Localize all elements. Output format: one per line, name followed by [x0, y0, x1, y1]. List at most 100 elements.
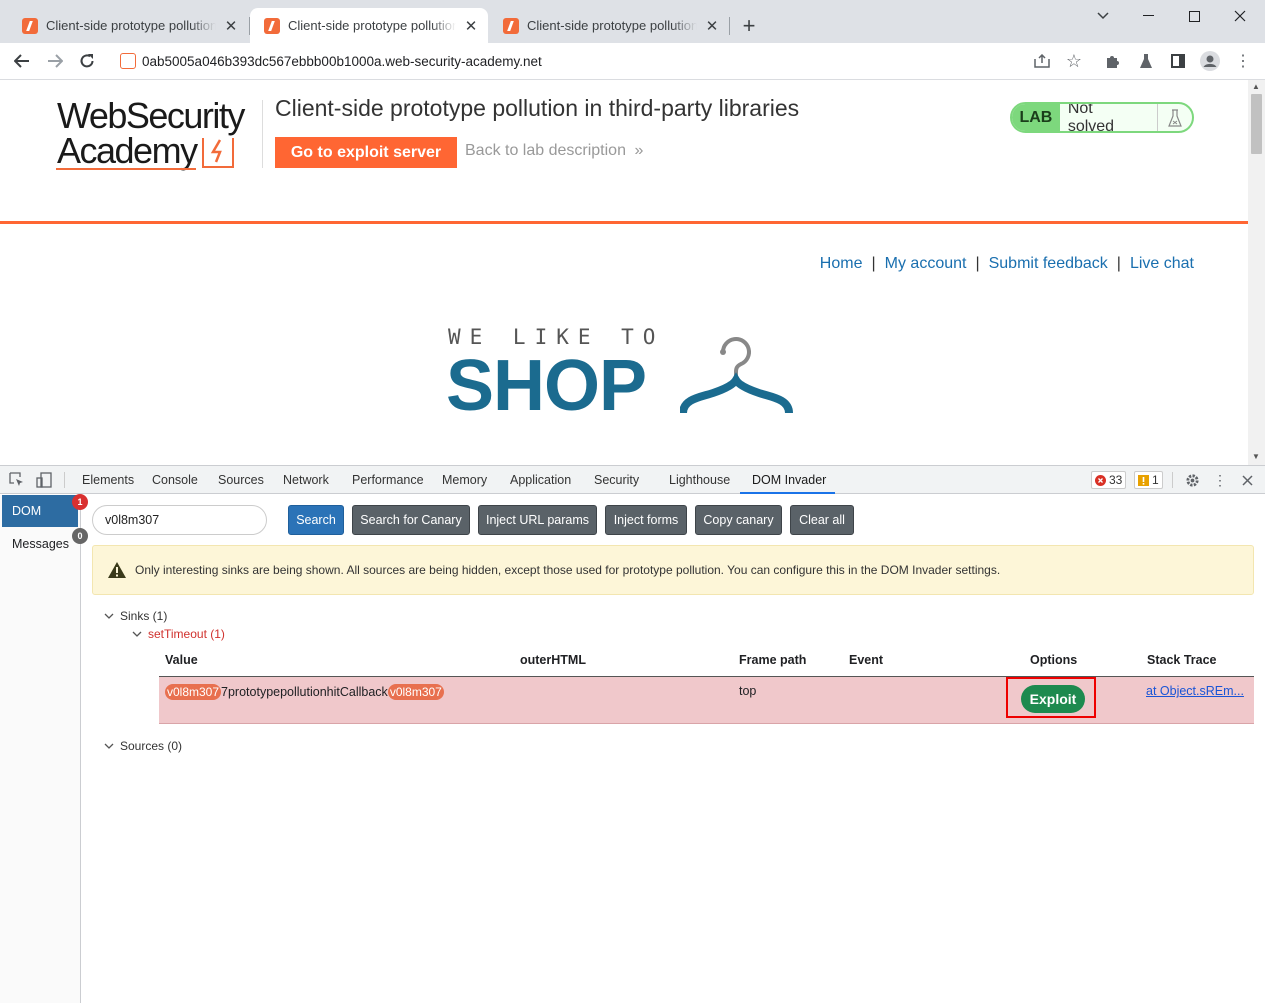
warning-counter[interactable]: 1	[1134, 471, 1163, 489]
column-outerhtml: outerHTML	[520, 653, 586, 667]
reload-icon[interactable]	[73, 47, 101, 75]
devtools-tab-bar: Elements Console Sources Network Perform…	[0, 466, 1265, 494]
inspect-element-icon[interactable]	[8, 471, 26, 489]
lab-status-text: Not solved	[1060, 104, 1159, 131]
browser-tab-strip: Client-side prototype pollution in third…	[0, 0, 1265, 43]
chevron-down-icon	[104, 741, 114, 751]
clear-all-button[interactable]: Clear all	[790, 505, 854, 535]
share-icon[interactable]	[1028, 47, 1056, 75]
settings-gear-icon[interactable]	[1183, 471, 1201, 489]
header-orange-rule	[0, 221, 1248, 224]
scroll-down-arrow-icon[interactable]: ▼	[1252, 452, 1260, 461]
academy-logo-bolt-icon	[202, 138, 234, 168]
portswigger-favicon	[264, 17, 280, 34]
logo-underline	[56, 168, 196, 170]
new-tab-icon[interactable]: +	[737, 13, 761, 38]
close-devtools-icon[interactable]	[1238, 471, 1256, 489]
chrome-menu-icon[interactable]: ⋮	[1229, 47, 1257, 75]
copy-canary-button[interactable]: Copy canary	[695, 505, 782, 535]
burp-flask-extension-icon[interactable]	[1132, 47, 1160, 75]
tab-search-chevron-icon[interactable]	[1080, 0, 1126, 32]
inject-url-params-button[interactable]: Inject URL params	[478, 505, 597, 535]
browser-tab-2[interactable]: Client-side prototype pollution in third…	[250, 8, 488, 43]
sinks-filter-warning: Only interesting sinks are being shown. …	[92, 545, 1254, 595]
error-count: 33	[1109, 473, 1123, 487]
close-tab-icon[interactable]: ✕	[462, 17, 480, 35]
sinks-tree-node[interactable]: Sinks (1)	[104, 609, 167, 623]
sink-name-label: setTimeout (1)	[148, 627, 225, 641]
go-to-exploit-server-button[interactable]: Go to exploit server	[275, 137, 457, 168]
browser-tab-3[interactable]: Client-side prototype pollution in third…	[489, 8, 729, 43]
sinks-label: Sinks (1)	[120, 609, 168, 623]
devtools-tab-lighthouse[interactable]: Lighthouse	[669, 473, 730, 487]
devtools-tab-application[interactable]: Application	[510, 473, 571, 487]
tab-divider	[729, 17, 730, 35]
academy-logo-line1: WebSecurity	[57, 95, 245, 136]
url-text: 0ab5005a046b393dc567ebbb00b1000a.web-sec…	[142, 53, 542, 69]
search-for-canary-button[interactable]: Search for Canary	[352, 505, 470, 535]
device-toolbar-icon[interactable]	[35, 471, 53, 489]
lab-status-badge: LAB Not solved	[1010, 102, 1194, 133]
devtools-tab-network[interactable]: Network	[283, 473, 329, 487]
clothes-hanger-icon	[680, 325, 805, 420]
column-value: Value	[165, 653, 198, 667]
side-panel-icon[interactable]	[1164, 47, 1192, 75]
dom-invader-sidebar: DOM 1 Messages 0	[0, 494, 88, 1003]
frame-path-value: top	[739, 684, 757, 698]
devtools-tab-security[interactable]: Security	[594, 473, 639, 487]
nav-submit-feedback-link[interactable]: Submit feedback	[989, 255, 1108, 273]
address-bar[interactable]: 0ab5005a046b393dc567ebbb00b1000a.web-sec…	[108, 47, 1093, 75]
back-arrow-icon[interactable]	[8, 47, 36, 75]
devtools-tab-elements[interactable]: Elements	[82, 473, 134, 487]
site-navigation: Home | My account | Submit feedback | Li…	[820, 255, 1194, 273]
sidebar-item-dom[interactable]: DOM 1	[2, 494, 88, 527]
back-to-lab-description-link[interactable]: Back to lab description »	[465, 142, 643, 160]
column-stack-trace: Stack Trace	[1147, 653, 1217, 667]
close-tab-icon[interactable]: ✕	[703, 17, 721, 35]
close-window-icon[interactable]	[1217, 0, 1263, 32]
maximize-icon[interactable]	[1171, 0, 1217, 32]
devtools-tab-sources[interactable]: Sources	[218, 473, 264, 487]
browser-toolbar: 0ab5005a046b393dc567ebbb00b1000a.web-sec…	[0, 43, 1265, 80]
canary-input[interactable]	[92, 505, 267, 535]
page-scrollbar[interactable]: ▲ ▼	[1248, 80, 1265, 465]
devtools-tab-dom-invader[interactable]: DOM Invader	[752, 473, 826, 487]
extensions-puzzle-icon[interactable]	[1099, 47, 1127, 75]
nav-separator: |	[1116, 255, 1121, 272]
sink-value: v0l8m307 7prototypepollutionhitCallback …	[165, 684, 444, 700]
exploit-button[interactable]: Exploit	[1021, 685, 1085, 713]
error-counter[interactable]: 33	[1091, 471, 1127, 489]
nav-my-account-link[interactable]: My account	[885, 255, 967, 273]
profile-avatar-icon[interactable]	[1196, 47, 1224, 75]
chevron-down-icon	[132, 629, 142, 639]
stack-trace-link[interactable]: at Object.sREm...	[1146, 684, 1246, 698]
settimeout-tree-node[interactable]: setTimeout (1)	[132, 627, 225, 641]
forward-arrow-icon[interactable]	[41, 47, 69, 75]
tab-title: Client-side prototype pollution in third…	[46, 18, 216, 33]
sources-tree-node[interactable]: Sources (0)	[104, 739, 182, 753]
devtools-tab-console[interactable]: Console	[152, 473, 198, 487]
portswigger-favicon	[22, 17, 38, 34]
nav-separator: |	[975, 255, 980, 272]
scroll-up-arrow-icon[interactable]: ▲	[1252, 82, 1260, 91]
inject-forms-button[interactable]: Inject forms	[605, 505, 687, 535]
close-tab-icon[interactable]: ✕	[222, 17, 240, 35]
minimize-icon[interactable]	[1125, 0, 1171, 32]
sidebar-item-label: Messages	[12, 537, 69, 551]
nav-live-chat-link[interactable]: Live chat	[1130, 255, 1194, 273]
double-chevron-icon: »	[634, 142, 644, 159]
nav-home-link[interactable]: Home	[820, 255, 863, 273]
devtools-more-icon[interactable]: ⋮	[1211, 471, 1229, 489]
scrollbar-thumb[interactable]	[1251, 94, 1262, 154]
browser-tab-1[interactable]: Client-side prototype pollution in third…	[8, 8, 248, 43]
column-frame-path: Frame path	[739, 653, 807, 667]
nav-separator: |	[871, 255, 876, 272]
bookmark-star-icon[interactable]: ☆	[1060, 47, 1088, 75]
column-event: Event	[849, 653, 884, 667]
devtools-tab-performance[interactable]: Performance	[352, 473, 424, 487]
search-button[interactable]: Search	[288, 505, 344, 535]
devtools-tab-memory[interactable]: Memory	[442, 473, 487, 487]
lab-title: Client-side prototype pollution in third…	[275, 95, 800, 121]
sidebar-item-messages[interactable]: Messages 0	[2, 528, 88, 560]
flask-icon	[1158, 104, 1192, 131]
